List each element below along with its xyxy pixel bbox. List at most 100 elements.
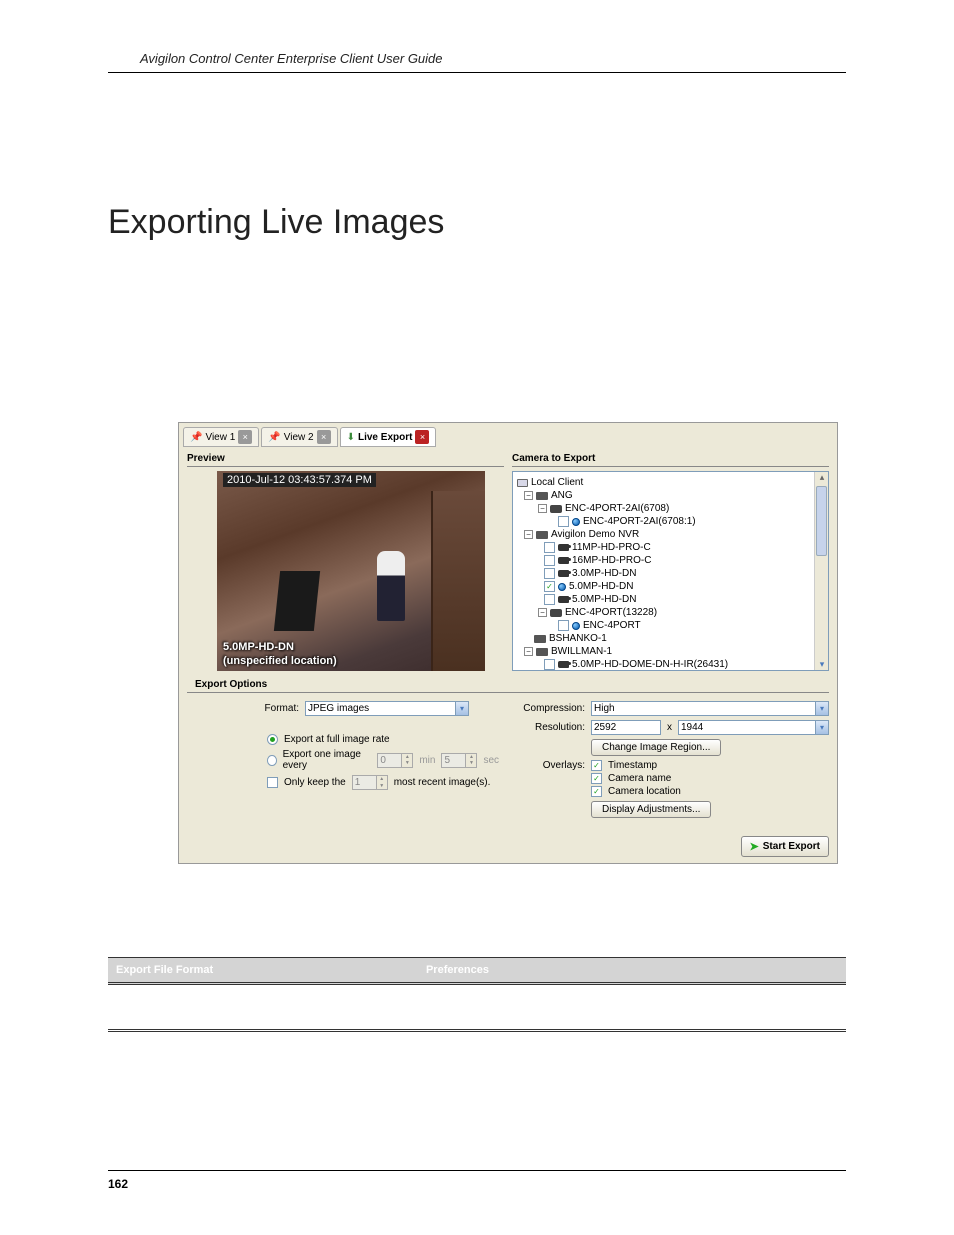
overlays-label: Overlays: [511, 760, 585, 771]
checkbox[interactable] [558, 516, 569, 527]
tree-bwillman[interactable]: − BWILLMAN-1 [517, 645, 824, 658]
compression-value[interactable] [591, 701, 815, 716]
tabs-row: 📌 View 1 × 📌 View 2 × ⬇ Live Export × [179, 423, 837, 447]
overlay-camera-location-checkbox[interactable]: ✓ [591, 786, 602, 797]
collapse-icon[interactable]: − [524, 530, 533, 539]
page-title: Exporting Live Images [108, 203, 846, 242]
start-export-label: Start Export [763, 841, 820, 852]
preview-panel: Preview 2010-Jul-12 03:43:57.374 PM 5.0M… [187, 451, 504, 671]
resolution-height[interactable] [678, 720, 815, 735]
collapse-icon[interactable]: − [524, 491, 533, 500]
keep-input[interactable] [352, 775, 376, 790]
tree-enc1[interactable]: −ENC-4PORT-2AI(6708) [517, 502, 824, 515]
tree-cam-3mp[interactable]: 3.0MP-HD-DN [517, 567, 824, 580]
tab-view1-label: View 1 [205, 432, 235, 443]
tree-enc1a[interactable]: ENC-4PORT-2AI(6708:1) [517, 515, 824, 528]
close-icon[interactable]: × [317, 430, 331, 444]
channel-icon [572, 518, 580, 526]
preview-panel-title: Preview [187, 451, 504, 467]
only-keep-label: Only keep the [284, 777, 346, 788]
tree-scrollbar[interactable] [814, 472, 828, 670]
close-icon[interactable]: × [415, 430, 429, 444]
tree-label: BSHANKO-1 [549, 632, 607, 645]
preview-camera-location: (unspecified location) [223, 655, 337, 667]
monitor-icon [517, 479, 528, 487]
server-icon [534, 635, 546, 643]
tree-cam-5mp-b[interactable]: 5.0MP-HD-DN [517, 593, 824, 606]
tree-label: ENC-4PORT-2AI(6708:1) [583, 515, 696, 528]
close-icon[interactable]: × [238, 430, 252, 444]
scrollbar-thumb[interactable] [816, 486, 827, 556]
min-spinner[interactable]: ▲▼ [377, 753, 413, 768]
checkbox[interactable] [544, 659, 555, 670]
footer-rule [108, 1170, 846, 1171]
overlay-camera-location-label: Camera location [608, 786, 681, 797]
steps-continued: 3. In the Export Options area, select th… [156, 909, 846, 947]
checkbox-checked[interactable]: ✓ [544, 581, 555, 592]
preview-camera-name: 5.0MP-HD-DN [223, 641, 294, 653]
tree-label: 16MP-HD-PRO-C [572, 554, 651, 567]
tree-cam-11mp[interactable]: 11MP-HD-PRO-C [517, 541, 824, 554]
dropdown-icon[interactable]: ▾ [455, 701, 469, 716]
tree-demo-nvr[interactable]: −Avigilon Demo NVR [517, 528, 824, 541]
resolution-width[interactable] [591, 720, 661, 735]
tree-bshanko[interactable]: BSHANKO-1 [517, 632, 824, 645]
format-value[interactable] [305, 701, 455, 716]
tab-view2[interactable]: 📌 View 2 × [261, 427, 337, 447]
keep-spinner[interactable]: ▲▼ [352, 775, 388, 790]
overlay-camera-name-checkbox[interactable]: ✓ [591, 773, 602, 784]
tree-label: 5.0MP-HD-DN [572, 593, 636, 606]
tab-live-export[interactable]: ⬇ Live Export × [340, 427, 437, 447]
tree-cam-5mp-a[interactable]: ✓5.0MP-HD-DN [517, 580, 824, 593]
collapse-icon[interactable]: − [538, 608, 547, 617]
resolution-height-select[interactable]: ▾ [678, 720, 829, 735]
tree-label: 11MP-HD-PRO-C [572, 541, 651, 554]
checkbox[interactable] [544, 542, 555, 553]
radio-full-rate[interactable] [267, 734, 278, 745]
collapse-icon[interactable]: − [524, 647, 533, 656]
tree-enc2a[interactable]: ENC-4PORT [517, 619, 824, 632]
tab-view2-label: View 2 [284, 432, 314, 443]
server-icon [536, 531, 548, 539]
tab-view1[interactable]: 📌 View 1 × [183, 427, 259, 447]
tree-local-client[interactable]: Local Client [517, 476, 824, 489]
tree-ang[interactable]: − ANG [517, 489, 824, 502]
format-select[interactable]: ▾ [305, 701, 469, 716]
tree-label: ANG [551, 489, 573, 502]
checkbox[interactable] [544, 568, 555, 579]
preview-scene-building [431, 491, 485, 671]
sec-input[interactable] [441, 753, 465, 768]
checkbox[interactable] [558, 620, 569, 631]
compression-select[interactable]: ▾ [591, 701, 829, 716]
server-icon [536, 492, 548, 500]
format-label: Format: [243, 703, 299, 714]
sec-spinner[interactable]: ▲▼ [441, 753, 477, 768]
display-adjustments-button[interactable]: Display Adjustments... [591, 801, 711, 818]
min-input[interactable] [377, 753, 401, 768]
figure-caption: Figure A. Export tab for recorded video … [178, 870, 838, 881]
dropdown-icon[interactable]: ▾ [815, 701, 829, 716]
doc-header-text: Avigilon Control Center Enterprise Clien… [140, 51, 443, 66]
channel-icon [572, 622, 580, 630]
sec-label: sec [483, 755, 499, 766]
server-icon [536, 648, 548, 656]
tree-cam-16mp[interactable]: 16MP-HD-PRO-C [517, 554, 824, 567]
table-header-prefs: Preferences [418, 958, 846, 984]
min-label: min [419, 755, 435, 766]
tree-enc2[interactable]: −ENC-4PORT(13228) [517, 606, 824, 619]
change-image-region-button[interactable]: Change Image Region... [591, 739, 721, 756]
tab-live-export-label: Live Export [358, 432, 412, 443]
tree-dome[interactable]: 5.0MP-HD-DOME-DN-H-IR(26431) [517, 658, 824, 671]
dropdown-icon[interactable]: ▾ [815, 720, 829, 735]
start-export-button[interactable]: ➤ Start Export [741, 836, 829, 857]
checkbox[interactable] [544, 594, 555, 605]
collapse-icon[interactable]: − [538, 504, 547, 513]
checkbox[interactable] [544, 555, 555, 566]
tree-label: BWILLMAN-1 [551, 645, 612, 658]
tree-label: 5.0MP-HD-DOME-DN-H-IR(26431) [572, 658, 728, 671]
only-keep-checkbox[interactable] [267, 777, 278, 788]
radio-every[interactable] [267, 755, 277, 766]
overlay-timestamp-checkbox[interactable]: ✓ [591, 760, 602, 771]
camera-tree[interactable]: Local Client −ANG −ENC-4PORT-2AI(6708) E… [512, 471, 829, 671]
doc-header: Avigilon Control Center Enterprise Clien… [108, 50, 846, 73]
